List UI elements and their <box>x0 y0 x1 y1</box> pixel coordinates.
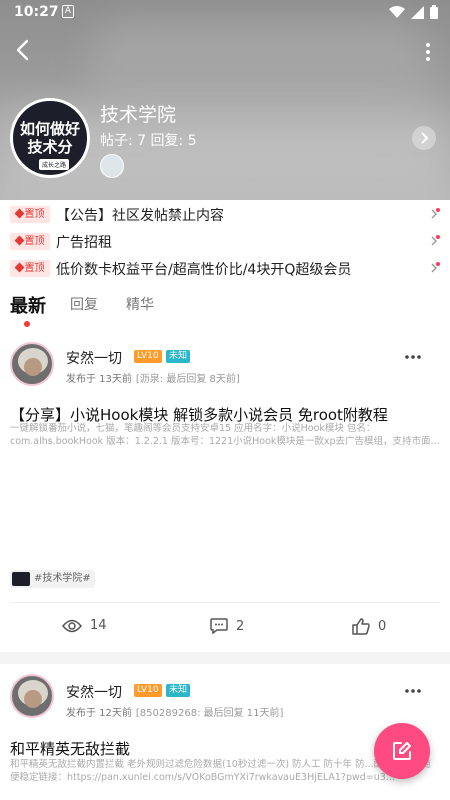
comment-icon <box>210 618 228 634</box>
post-tabs: 最新 回复 精华 <box>0 284 450 334</box>
forum-header: 10:27 A 如何做好 技术分 成长之路 技术学院 帖子: 7 回复: 5 <box>0 0 450 200</box>
like-button[interactable]: 0 <box>352 618 386 635</box>
status-bar: 10:27 A <box>0 0 450 26</box>
post-excerpt: 一键解锁番茄小说，七猫，笔趣阁等会员支持安卓15 应用名字：小说Hook模块 包… <box>10 423 440 447</box>
more-horizontal-icon[interactable] <box>404 688 422 694</box>
last-reply: [850289268: 最后回复 11天前] <box>135 708 284 719</box>
moderator-avatar[interactable] <box>100 154 124 178</box>
pin-icon <box>14 235 24 246</box>
pinned-item-title: 广告招租 <box>56 235 112 251</box>
topic-tag[interactable]: #技术学院# <box>10 570 95 588</box>
post-title[interactable]: 和平精英无敌拦截 <box>10 738 130 759</box>
thumbs-up-icon <box>352 618 370 635</box>
post-card[interactable]: 安然一切 LV10 未知 发布于 13天前 [沥泉: 最后回复 8天前] 【分享】… <box>0 334 450 652</box>
forum-stats: 帖子: 7 回复: 5 <box>100 133 197 149</box>
edit-icon <box>393 742 411 760</box>
pinned-item-title: 低价数卡权益平台/超高性价比/4块开Q超级会员 <box>56 262 352 278</box>
battery-icon <box>430 5 438 19</box>
post-author[interactable]: 安然一切 <box>66 682 122 702</box>
pinned-item[interactable]: 置顶 低价数卡权益平台/超高性价比/4块开Q超级会员 <box>0 256 450 282</box>
pinned-badge: 置顶 <box>10 206 50 223</box>
status-badge: 未知 <box>166 684 191 697</box>
active-tab-indicator <box>24 321 30 327</box>
level-badge: LV10 <box>134 350 162 363</box>
compose-post-button[interactable] <box>374 723 430 779</box>
status-badge: 未知 <box>166 350 191 363</box>
status-time: 10:27 <box>14 4 59 20</box>
divider <box>10 602 440 603</box>
post-meta: 发布于 12天前 [850289268: 最后回复 11天前] <box>66 704 283 719</box>
unread-dot <box>436 208 440 212</box>
post-author[interactable]: 安然一切 <box>66 348 122 368</box>
tab-replies[interactable]: 回复 <box>70 294 98 314</box>
unread-dot <box>436 235 440 239</box>
more-horizontal-icon[interactable] <box>404 354 422 360</box>
pinned-item-title: 【公告】社区发帖禁止内容 <box>56 208 224 224</box>
tab-featured[interactable]: 精华 <box>126 294 154 314</box>
pinned-badge: 置顶 <box>10 260 50 277</box>
wifi-icon <box>389 5 405 18</box>
unread-dot <box>436 262 440 266</box>
pinned-list: 置顶 【公告】社区发帖禁止内容 置顶 广告招租 置顶 低价数卡权益平台/超高性价… <box>0 200 450 284</box>
chevron-right-icon <box>421 132 429 144</box>
author-avatar[interactable] <box>10 342 54 386</box>
forum-logo-text-1: 如何做好 <box>19 120 80 138</box>
signal-icon <box>411 5 424 19</box>
notification-icon: A <box>62 5 74 18</box>
status-icons <box>389 5 438 19</box>
last-reply: [沥泉: 最后回复 8天前] <box>135 374 240 385</box>
comment-button[interactable]: 2 <box>210 618 244 634</box>
forum-logo-text-2: 技术分 <box>27 138 73 156</box>
eye-icon <box>62 619 82 632</box>
views-count: 14 <box>62 618 107 633</box>
post-meta: 发布于 13天前 [沥泉: 最后回复 8天前] <box>66 370 240 385</box>
tab-latest[interactable]: 最新 <box>10 292 46 318</box>
forum-title: 技术学院 <box>100 104 177 126</box>
pinned-badge: 置顶 <box>10 233 50 250</box>
level-badge: LV10 <box>134 684 162 697</box>
forum-info-button[interactable] <box>412 126 436 150</box>
post-time: 发布于 13天前 <box>66 374 132 385</box>
pinned-item[interactable]: 置顶 【公告】社区发帖禁止内容 <box>0 202 450 228</box>
pin-icon <box>14 208 24 219</box>
pin-icon <box>14 262 24 273</box>
pinned-item[interactable]: 置顶 广告招租 <box>0 229 450 255</box>
author-avatar[interactable] <box>10 674 54 718</box>
post-time: 发布于 12天前 <box>66 708 132 719</box>
more-vertical-icon[interactable] <box>424 42 432 62</box>
forum-logo-text-3: 成长之路 <box>39 159 70 170</box>
topic-tag-icon <box>12 572 30 586</box>
forum-logo: 如何做好 技术分 成长之路 <box>10 98 90 178</box>
back-arrow-icon[interactable] <box>12 38 34 62</box>
